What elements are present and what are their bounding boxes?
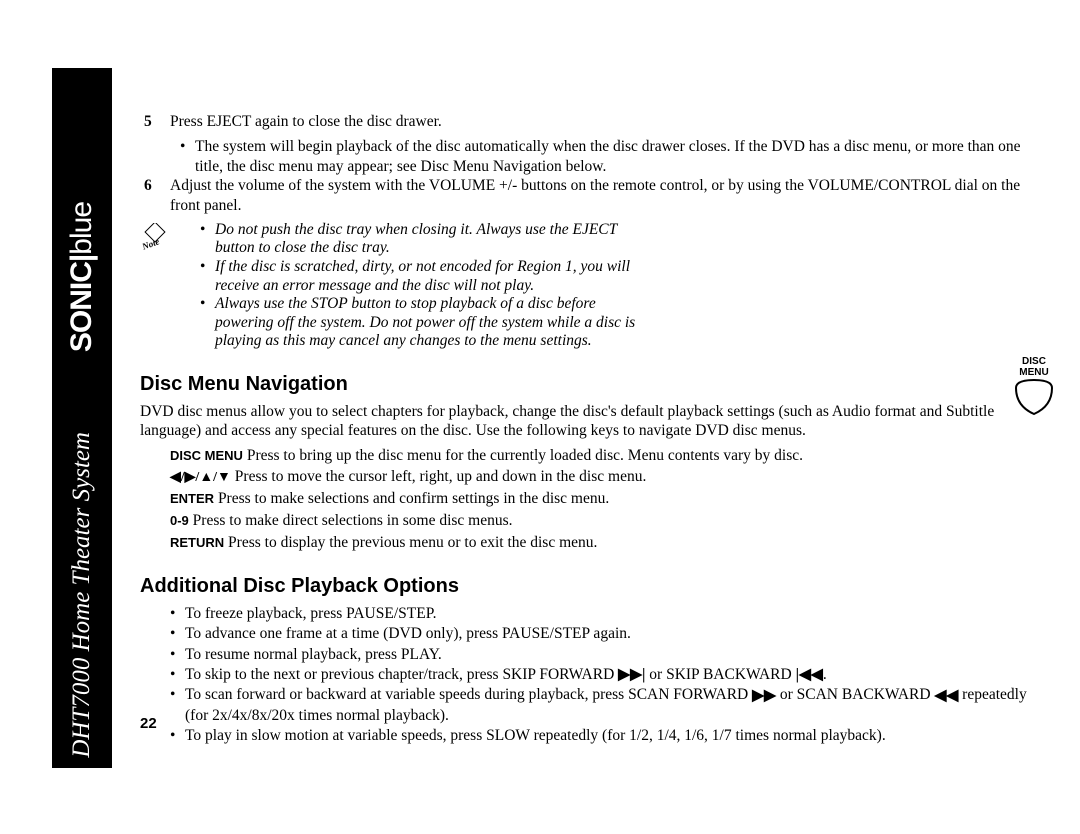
opt-4a: To skip to the next or previous chapter/… [185,666,618,683]
opt-5a: To scan forward or backward at variable … [185,686,752,703]
step-5: 5 Press EJECT again to close the disc dr… [140,112,1040,131]
heading-additional-options: Additional Disc Playback Options [140,575,1040,598]
opt-2: To advance one frame at a time (DVD only… [170,624,1040,644]
opt-4: To skip to the next or previous chapter/… [170,665,1040,686]
opt-4b: or SKIP BACKWARD [645,666,795,683]
step-5-num: 5 [140,112,170,131]
opt-5b: or SCAN BACKWARD [776,686,934,703]
opt-5: To scan forward or backward at variable … [170,685,1040,726]
key-arrows-label: ◀/▶/▲/▼ [170,470,231,485]
page-number: 22 [140,715,157,732]
options-list: To freeze playback, press PAUSE/STEP. To… [140,604,1040,746]
note-3: Always use the STOP button to stop playb… [200,295,640,351]
key-enter-label: ENTER [170,491,214,506]
brand-sonic: SONIC [65,262,98,352]
key-digits-desc: Press to make direct selections in some … [189,512,513,529]
step-6-text: Adjust the volume of the system with the… [170,176,1040,215]
key-discmenu: DISC MENU Press to bring up the disc men… [170,445,1040,467]
key-return-desc: Press to display the previous menu or to… [224,534,597,551]
key-discmenu-label: DISC MENU [170,448,243,463]
opt-1: To freeze playback, press PAUSE/STEP. [170,604,1040,624]
key-list: DISC MENU Press to bring up the disc men… [140,445,1040,553]
brand-blue: blue [65,202,98,255]
model-name: DHT7000 Home Theater System [68,422,96,768]
key-digits: 0-9 Press to make direct selections in s… [170,510,1040,532]
disc-menu-icon-label: DISC MENU [1008,356,1060,378]
note-2: If the disc is scratched, dirty, or not … [200,258,640,295]
opt-6: To play in slow motion at variable speed… [170,726,1040,746]
skip-backward-icon: |◀◀ [796,665,823,685]
step-6-num: 6 [140,176,170,215]
note-block: Note Do not push the disc tray when clos… [140,221,1040,351]
key-discmenu-desc: Press to bring up the disc menu for the … [243,447,803,464]
key-digits-label: 0-9 [170,513,189,528]
scan-backward-icon: ◀◀ [934,686,958,706]
brand-logo: SONIC|blue [65,192,99,362]
key-arrows: ◀/▶/▲/▼ Press to move the cursor left, r… [170,466,1040,488]
scan-forward-icon: ▶▶ [752,686,776,706]
heading-disc-menu-navigation: Disc Menu Navigation [140,373,1040,396]
note-icon: Note [140,221,170,351]
key-arrows-desc: Press to move the cursor left, right, up… [231,468,646,485]
key-return: RETURN Press to display the previous men… [170,532,1040,554]
disc-menu-intro: DVD disc menus allow you to select chapt… [140,402,1040,441]
page-content: 5 Press EJECT again to close the disc dr… [140,112,1040,746]
step-5-sub: The system will begin playback of the di… [140,137,1040,176]
key-return-label: RETURN [170,535,224,550]
step-6: 6 Adjust the volume of the system with t… [140,176,1040,215]
key-enter: ENTER Press to make selections and confi… [170,488,1040,510]
disc-menu-button-illustration: DISC MENU [1008,356,1060,421]
disc-menu-icon [1012,378,1056,416]
note-1: Do not push the disc tray when closing i… [200,221,640,258]
opt-3: To resume normal playback, press PLAY. [170,645,1040,665]
step-5-text: Press EJECT again to close the disc draw… [170,112,1040,131]
key-enter-desc: Press to make selections and confirm set… [214,490,609,507]
note-list: Do not push the disc tray when closing i… [170,221,1040,351]
sidebar: SONIC|blue DHT7000 Home Theater System [52,68,112,768]
brand-divider: | [65,255,98,262]
opt-4c: . [823,666,827,683]
skip-forward-icon: ▶▶| [618,665,645,685]
